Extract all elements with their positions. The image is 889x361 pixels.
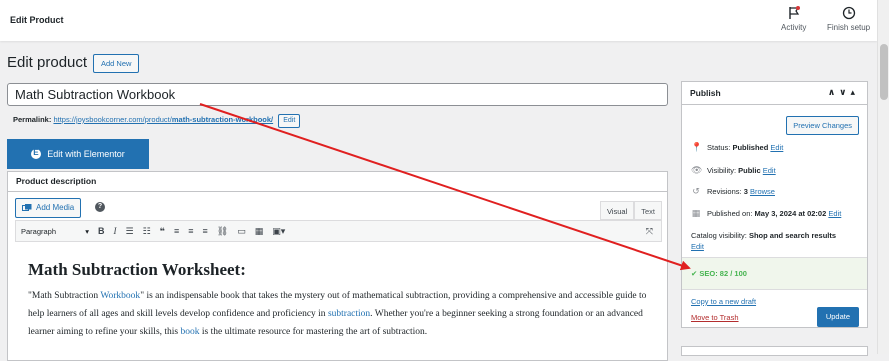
- blockquote-icon[interactable]: ❝: [160, 226, 165, 237]
- format-select[interactable]: Paragraph ▾: [21, 227, 89, 236]
- next-metabox: [681, 346, 868, 356]
- read-more-icon[interactable]: ▭: [237, 226, 246, 237]
- catalog-edit-link[interactable]: Edit: [691, 242, 704, 251]
- visibility-value: Public: [738, 166, 761, 175]
- panel-controls: ∧∨▴: [828, 87, 859, 98]
- status-label: Status:: [707, 143, 731, 152]
- content-paragraph: "Math Subtraction Workbook" is an indisp…: [28, 287, 658, 341]
- italic-icon[interactable]: I: [114, 226, 117, 236]
- revisions-label: Revisions:: [707, 187, 742, 196]
- scrollbar-thumb[interactable]: [880, 44, 888, 100]
- help-icon[interactable]: ?: [95, 202, 105, 212]
- numbered-list-icon[interactable]: ☷: [143, 226, 151, 237]
- permalink-edit-button[interactable]: Edit: [278, 114, 301, 128]
- page-header-title: Edit Product: [10, 15, 64, 25]
- subtraction-link[interactable]: subtraction: [328, 309, 370, 319]
- media-icon: [22, 203, 32, 211]
- bold-icon[interactable]: B: [98, 226, 105, 236]
- seo-icon: ✔: [691, 269, 698, 278]
- align-center-icon[interactable]: ≡: [188, 226, 193, 236]
- move-to-trash-link[interactable]: Move to Trash: [691, 313, 739, 322]
- editor-tabs: Visual Text: [599, 201, 662, 220]
- toolbar-toggle-icon[interactable]: ▦: [255, 226, 264, 237]
- add-media-button[interactable]: Add Media: [15, 198, 82, 218]
- align-right-icon[interactable]: ≡: [202, 226, 207, 236]
- finish-setup-button[interactable]: Finish setup: [827, 6, 870, 32]
- elementor-icon: [31, 148, 42, 159]
- permalink-label: Permalink:: [13, 115, 52, 124]
- tab-text[interactable]: Text: [634, 201, 662, 220]
- status-row: 📍 Status: Published Edit: [691, 142, 783, 153]
- copy-to-draft-link[interactable]: Copy to a new draft: [691, 297, 756, 306]
- history-icon: ↺: [692, 186, 700, 196]
- catalog-value: Shop and search results: [748, 231, 837, 240]
- catalog-label: Catalog visibility:: [691, 231, 747, 240]
- fullscreen-icon[interactable]: ⤧: [646, 226, 653, 237]
- pin-icon: 📍: [691, 142, 703, 152]
- permalink-link[interactable]: https://joysbookcorner.com/product/math-…: [53, 115, 273, 124]
- published-on-value: May 3, 2024 at 02:02: [754, 209, 827, 218]
- activity-button[interactable]: Activity: [781, 6, 806, 32]
- edit-with-elementor-button[interactable]: Edit with Elementor: [7, 139, 149, 169]
- calendar-icon: ▦: [691, 208, 701, 218]
- published-on-edit-link[interactable]: Edit: [828, 209, 841, 218]
- catalog-visibility-row: Catalog visibility: Shop and search resu…: [691, 230, 861, 252]
- book-link[interactable]: book: [181, 327, 200, 337]
- visibility-edit-link[interactable]: Edit: [763, 166, 776, 175]
- content-heading: Math Subtraction Worksheet:: [28, 260, 246, 279]
- update-button[interactable]: Update: [816, 307, 859, 327]
- workbook-link[interactable]: Workbook: [100, 291, 140, 301]
- clock-icon: [842, 6, 855, 20]
- publish-header: Publish ∧∨▴: [682, 82, 867, 105]
- permalink-row: Permalink: https://joysbookcorner.com/pr…: [13, 114, 301, 128]
- eye-icon: 👁: [691, 165, 703, 175]
- page-title: Edit product: [7, 54, 88, 71]
- para-text-4: is the ultimate resource for mastering t…: [199, 327, 428, 337]
- revisions-browse-link[interactable]: Browse: [750, 187, 775, 196]
- seo-score-row: ✔ SEO: 82 / 100: [682, 257, 867, 290]
- revisions-row: ↺ Revisions: 3 Browse: [691, 186, 775, 197]
- finish-setup-label: Finish setup: [827, 23, 871, 32]
- move-up-icon[interactable]: ∧: [828, 87, 839, 97]
- visibility-label: Visibility:: [707, 166, 737, 175]
- para-text-1: "Math Subtraction: [28, 291, 101, 301]
- page-scrollbar[interactable]: [877, 0, 889, 354]
- published-on-row: ▦ Published on: May 3, 2024 at 02:02 Edi…: [691, 208, 842, 219]
- move-down-icon[interactable]: ∨: [839, 87, 850, 97]
- publish-title: Publish: [690, 88, 721, 98]
- flag-icon: [788, 6, 800, 19]
- add-new-button[interactable]: Add New: [93, 54, 140, 73]
- revisions-value: 3: [743, 187, 748, 196]
- status-value: Published: [732, 143, 769, 152]
- seo-score: SEO: 82 / 100: [699, 269, 747, 278]
- preview-changes-button[interactable]: Preview Changes: [786, 116, 859, 135]
- status-edit-link[interactable]: Edit: [770, 143, 783, 152]
- collapse-icon[interactable]: ▴: [850, 87, 859, 97]
- elementor-label: Edit with Elementor: [47, 149, 125, 159]
- activity-label: Activity: [781, 23, 807, 32]
- chevron-down-icon: ▾: [85, 226, 89, 236]
- permalink-slug: math-subtraction-workbook/: [171, 115, 274, 124]
- link-icon[interactable]: ⛓: [217, 226, 228, 237]
- bullet-list-icon[interactable]: ☰: [126, 226, 134, 237]
- format-select-value: Paragraph: [21, 226, 57, 236]
- product-description-box: Product description Add Media ? Visual T…: [7, 171, 668, 361]
- permalink-base: https://joysbookcorner.com/product/: [53, 115, 172, 124]
- align-left-icon[interactable]: ≡: [174, 226, 179, 236]
- visibility-row: 👁 Visibility: Public Edit: [691, 165, 776, 176]
- add-media-label: Add Media: [36, 203, 75, 212]
- product-title-input[interactable]: Math Subtraction Workbook: [7, 83, 668, 106]
- editor-toolbar: Paragraph ▾ B I ☰ ☷ ❝ ≡ ≡ ≡ ⛓ ▭ ▦ ▣▾ ⤧: [15, 220, 662, 242]
- tab-visual[interactable]: Visual: [599, 201, 635, 220]
- top-header-bar: Edit Product Activity Finish setup: [0, 0, 877, 41]
- publish-box: Publish ∧∨▴ Preview Changes 📍 Status: Pu…: [681, 81, 868, 328]
- published-on-label: Published on:: [707, 209, 753, 218]
- editor-content[interactable]: Math Subtraction Worksheet: "Math Subtra…: [28, 260, 658, 341]
- description-header: Product description: [8, 172, 667, 192]
- insert-dropdown-icon[interactable]: ▣▾: [272, 226, 285, 237]
